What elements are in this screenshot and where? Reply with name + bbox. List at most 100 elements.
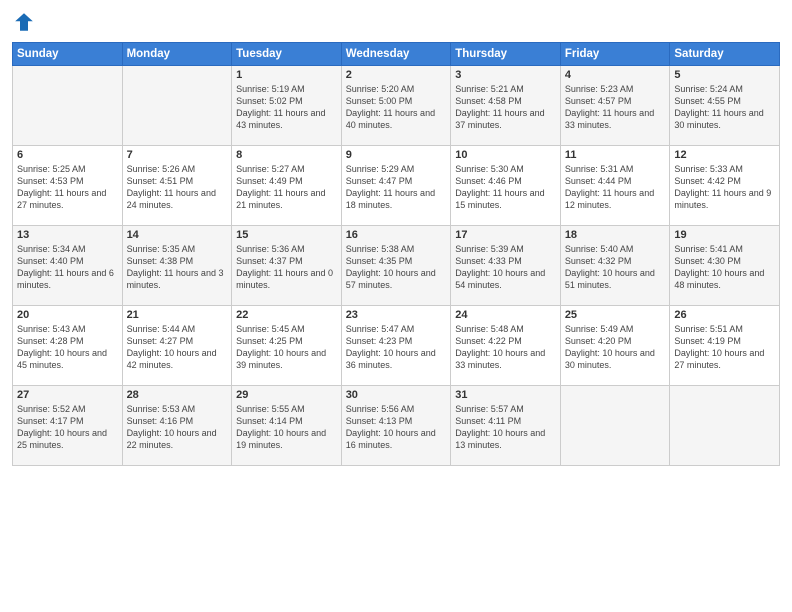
cell-info: Sunrise: 5:38 AMSunset: 4:35 PMDaylight:… — [346, 243, 447, 292]
day-number: 19 — [674, 229, 775, 241]
day-number: 22 — [236, 309, 337, 321]
cell-info: Sunrise: 5:44 AMSunset: 4:27 PMDaylight:… — [127, 323, 228, 372]
calendar-cell — [13, 66, 123, 146]
calendar-table: SundayMondayTuesdayWednesdayThursdayFrid… — [12, 42, 780, 466]
logo — [12, 10, 40, 34]
day-number: 21 — [127, 309, 228, 321]
calendar-cell: 8 Sunrise: 5:27 AMSunset: 4:49 PMDaylight… — [232, 146, 342, 226]
cell-info: Sunrise: 5:30 AMSunset: 4:46 PMDaylight:… — [455, 163, 556, 212]
calendar-cell: 10 Sunrise: 5:30 AMSunset: 4:46 PMDayligh… — [451, 146, 561, 226]
cell-info: Sunrise: 5:51 AMSunset: 4:19 PMDaylight:… — [674, 323, 775, 372]
day-number: 31 — [455, 389, 556, 401]
weekday-header: Thursday — [451, 43, 561, 66]
calendar-cell: 6Sunrise: 5:25 AMSunset: 4:53 PMDaylight… — [13, 146, 123, 226]
day-number: 4 — [565, 69, 666, 81]
cell-info: Sunrise: 5:36 AMSunset: 4:37 PMDaylight:… — [236, 243, 337, 292]
cell-info: Sunrise: 5:45 AMSunset: 4:25 PMDaylight:… — [236, 323, 337, 372]
cell-info: Sunrise: 5:53 AMSunset: 4:16 PMDaylight:… — [127, 403, 228, 452]
day-number: 27 — [17, 389, 118, 401]
weekday-header: Saturday — [670, 43, 780, 66]
cell-info: Sunrise: 5:35 AMSunset: 4:38 PMDaylight:… — [127, 243, 228, 292]
calendar-cell: 24 Sunrise: 5:48 AMSunset: 4:22 PMDayligh… — [451, 306, 561, 386]
calendar-cell: 12 Sunrise: 5:33 AMSunset: 4:42 PMDayligh… — [670, 146, 780, 226]
day-number: 11 — [565, 149, 666, 161]
day-number: 29 — [236, 389, 337, 401]
calendar-cell — [122, 66, 232, 146]
calendar-cell: 27 Sunrise: 5:52 AMSunset: 4:17 PMDayligh… — [13, 386, 123, 466]
weekday-header-row: SundayMondayTuesdayWednesdayThursdayFrid… — [13, 43, 780, 66]
calendar-cell: 3 Sunrise: 5:21 AMSunset: 4:58 PMDaylight… — [451, 66, 561, 146]
calendar-cell: 25 Sunrise: 5:49 AMSunset: 4:20 PMDayligh… — [560, 306, 670, 386]
calendar-cell — [560, 386, 670, 466]
cell-info: Sunrise: 5:48 AMSunset: 4:22 PMDaylight:… — [455, 323, 556, 372]
cell-info: Sunrise: 5:31 AMSunset: 4:44 PMDaylight:… — [565, 163, 666, 212]
calendar-cell: 17Sunrise: 5:39 AMSunset: 4:33 PMDayligh… — [451, 226, 561, 306]
day-number: 1 — [236, 69, 337, 81]
calendar-cell: 26 Sunrise: 5:51 AMSunset: 4:19 PMDayligh… — [670, 306, 780, 386]
cell-info: Sunrise: 5:55 AMSunset: 4:14 PMDaylight:… — [236, 403, 337, 452]
calendar-cell: 13 Sunrise: 5:34 AMSunset: 4:40 PMDayligh… — [13, 226, 123, 306]
calendar-cell: 23Sunrise: 5:47 AMSunset: 4:23 PMDayligh… — [341, 306, 451, 386]
calendar-cell: 18 Sunrise: 5:40 AMSunset: 4:32 PMDayligh… — [560, 226, 670, 306]
cell-info: Sunrise: 5:56 AMSunset: 4:13 PMDaylight:… — [346, 403, 447, 452]
day-number: 25 — [565, 309, 666, 321]
calendar-week-row: 6Sunrise: 5:25 AMSunset: 4:53 PMDaylight… — [13, 146, 780, 226]
day-number: 28 — [127, 389, 228, 401]
cell-info: Sunrise: 5:33 AMSunset: 4:42 PMDaylight:… — [674, 163, 775, 212]
day-number: 26 — [674, 309, 775, 321]
day-number: 24 — [455, 309, 556, 321]
cell-info: Sunrise: 5:40 AMSunset: 4:32 PMDaylight:… — [565, 243, 666, 292]
cell-info: Sunrise: 5:21 AMSunset: 4:58 PMDaylight:… — [455, 83, 556, 132]
calendar-cell: 2Sunrise: 5:20 AMSunset: 5:00 PMDaylight… — [341, 66, 451, 146]
calendar-cell: 9Sunrise: 5:29 AMSunset: 4:47 PMDaylight… — [341, 146, 451, 226]
cell-info: Sunrise: 5:25 AMSunset: 4:53 PMDaylight:… — [17, 163, 118, 212]
day-number: 18 — [565, 229, 666, 241]
day-number: 10 — [455, 149, 556, 161]
calendar-cell: 28 Sunrise: 5:53 AMSunset: 4:16 PMDayligh… — [122, 386, 232, 466]
cell-info: Sunrise: 5:52 AMSunset: 4:17 PMDaylight:… — [17, 403, 118, 452]
calendar-cell: 5Sunrise: 5:24 AMSunset: 4:55 PMDaylight… — [670, 66, 780, 146]
day-number: 14 — [127, 229, 228, 241]
calendar-cell: 15Sunrise: 5:36 AMSunset: 4:37 PMDayligh… — [232, 226, 342, 306]
cell-info: Sunrise: 5:49 AMSunset: 4:20 PMDaylight:… — [565, 323, 666, 372]
calendar-cell: 16 Sunrise: 5:38 AMSunset: 4:35 PMDayligh… — [341, 226, 451, 306]
weekday-header: Friday — [560, 43, 670, 66]
page-container: SundayMondayTuesdayWednesdayThursdayFrid… — [0, 0, 792, 474]
calendar-cell: 19Sunrise: 5:41 AMSunset: 4:30 PMDayligh… — [670, 226, 780, 306]
cell-info: Sunrise: 5:24 AMSunset: 4:55 PMDaylight:… — [674, 83, 775, 132]
calendar-week-row: 27 Sunrise: 5:52 AMSunset: 4:17 PMDayligh… — [13, 386, 780, 466]
logo-icon — [12, 10, 36, 34]
weekday-header: Sunday — [13, 43, 123, 66]
day-number: 16 — [346, 229, 447, 241]
calendar-cell — [670, 386, 780, 466]
calendar-cell: 11 Sunrise: 5:31 AMSunset: 4:44 PMDayligh… — [560, 146, 670, 226]
weekday-header: Tuesday — [232, 43, 342, 66]
calendar-cell: 20Sunrise: 5:43 AMSunset: 4:28 PMDayligh… — [13, 306, 123, 386]
day-number: 17 — [455, 229, 556, 241]
weekday-header: Wednesday — [341, 43, 451, 66]
day-number: 30 — [346, 389, 447, 401]
cell-info: Sunrise: 5:57 AMSunset: 4:11 PMDaylight:… — [455, 403, 556, 452]
calendar-cell: 7Sunrise: 5:26 AMSunset: 4:51 PMDaylight… — [122, 146, 232, 226]
calendar-cell: 4Sunrise: 5:23 AMSunset: 4:57 PMDaylight… — [560, 66, 670, 146]
day-number: 12 — [674, 149, 775, 161]
cell-info: Sunrise: 5:20 AMSunset: 5:00 PMDaylight:… — [346, 83, 447, 132]
day-number: 8 — [236, 149, 337, 161]
cell-info: Sunrise: 5:27 AMSunset: 4:49 PMDaylight:… — [236, 163, 337, 212]
calendar-week-row: 20Sunrise: 5:43 AMSunset: 4:28 PMDayligh… — [13, 306, 780, 386]
day-number: 7 — [127, 149, 228, 161]
calendar-week-row: 1Sunrise: 5:19 AMSunset: 5:02 PMDaylight… — [13, 66, 780, 146]
cell-info: Sunrise: 5:47 AMSunset: 4:23 PMDaylight:… — [346, 323, 447, 372]
calendar-cell: 14 Sunrise: 5:35 AMSunset: 4:38 PMDayligh… — [122, 226, 232, 306]
day-number: 9 — [346, 149, 447, 161]
calendar-cell: 31 Sunrise: 5:57 AMSunset: 4:11 PMDayligh… — [451, 386, 561, 466]
calendar-cell: 29 Sunrise: 5:55 AMSunset: 4:14 PMDayligh… — [232, 386, 342, 466]
weekday-header: Monday — [122, 43, 232, 66]
calendar-cell: 21 Sunrise: 5:44 AMSunset: 4:27 PMDayligh… — [122, 306, 232, 386]
calendar-cell: 30 Sunrise: 5:56 AMSunset: 4:13 PMDayligh… — [341, 386, 451, 466]
cell-info: Sunrise: 5:43 AMSunset: 4:28 PMDaylight:… — [17, 323, 118, 372]
day-number: 3 — [455, 69, 556, 81]
day-number: 13 — [17, 229, 118, 241]
header — [12, 10, 780, 34]
cell-info: Sunrise: 5:34 AMSunset: 4:40 PMDaylight:… — [17, 243, 118, 292]
